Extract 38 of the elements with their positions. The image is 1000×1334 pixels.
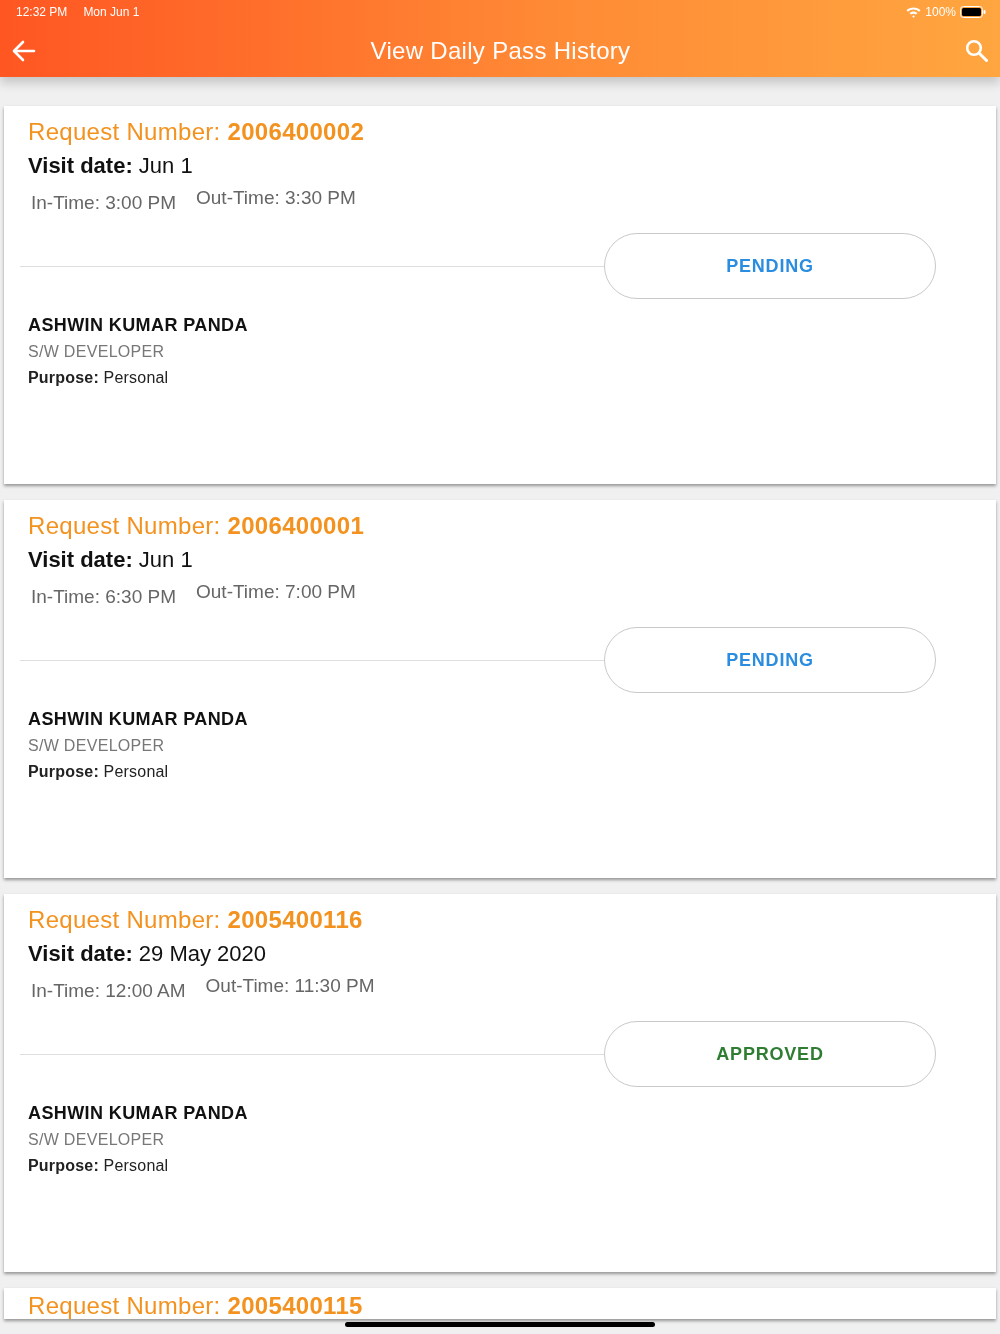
- wifi-icon: [906, 6, 922, 18]
- purpose: Purpose: Personal: [28, 1156, 169, 1176]
- back-button[interactable]: [12, 39, 36, 62]
- designation: S/W DEVELOPER: [28, 342, 165, 362]
- visit-date: Visit date: 29 May 2020: [28, 940, 267, 968]
- screen-title: View Daily Pass History: [370, 35, 631, 66]
- request-card[interactable]: Request Number: 2006400001 Visit date: Jun 1 In-Time: 6:30 PM Out-Time: 7:00 PM PENDING ASHWIN KUMAR PANDA S/W DEVELOPER Purpose: Personal: [4, 500, 996, 878]
- request-number: Request Number: 2006400001: [28, 511, 365, 541]
- back-arrow-icon: [12, 39, 36, 62]
- in-time: In-Time: 12:00 AM: [31, 979, 186, 1003]
- request-number: Request Number: 2006400002: [28, 117, 365, 147]
- designation: S/W DEVELOPER: [28, 736, 165, 756]
- battery-percentage: 100%: [925, 4, 956, 21]
- person-name: ASHWIN KUMAR PANDA: [28, 314, 248, 337]
- status-button[interactable]: APPROVED: [604, 1021, 936, 1087]
- request-card[interactable]: Request Number: 2005400116 Visit date: 29 May 2020 In-Time: 12:00 AM Out-Time: 11:30 PM APPROVED ASHWIN KUMAR PANDA S/W DEVELOPER Purpose: Personal: [4, 894, 996, 1272]
- in-time: In-Time: 6:30 PM: [31, 585, 176, 609]
- in-time: In-Time: 3:00 PM: [31, 191, 176, 215]
- request-number: Request Number: 2005400115: [28, 1293, 363, 1319]
- status-date: Mon Jun 1: [83, 4, 140, 21]
- purpose: Purpose: Personal: [28, 368, 169, 388]
- status-button[interactable]: PENDING: [604, 233, 936, 299]
- search-icon: [965, 39, 988, 62]
- out-time: Out-Time: 11:30 PM: [205, 974, 375, 998]
- purpose: Purpose: Personal: [28, 762, 169, 782]
- visit-date: Visit date: Jun 1: [28, 546, 193, 574]
- request-card[interactable]: Request Number: 2006400002 Visit date: Jun 1 In-Time: 3:00 PM Out-Time: 3:30 PM PENDING ASHWIN KUMAR PANDA S/W DEVELOPER Purpose: Personal: [4, 106, 996, 484]
- status-time: 12:32 PM: [16, 4, 68, 21]
- request-number: Request Number: 2005400116: [28, 905, 363, 935]
- battery-icon: [960, 6, 986, 18]
- visit-date: Visit date: Jun 1: [28, 152, 193, 180]
- person-name: ASHWIN KUMAR PANDA: [28, 1102, 248, 1125]
- out-time: Out-Time: 3:30 PM: [196, 186, 356, 210]
- status-button[interactable]: PENDING: [604, 627, 936, 693]
- search-button[interactable]: [965, 39, 988, 62]
- out-time: Out-Time: 7:00 PM: [196, 580, 356, 604]
- person-name: ASHWIN KUMAR PANDA: [28, 708, 248, 731]
- designation: S/W DEVELOPER: [28, 1130, 165, 1150]
